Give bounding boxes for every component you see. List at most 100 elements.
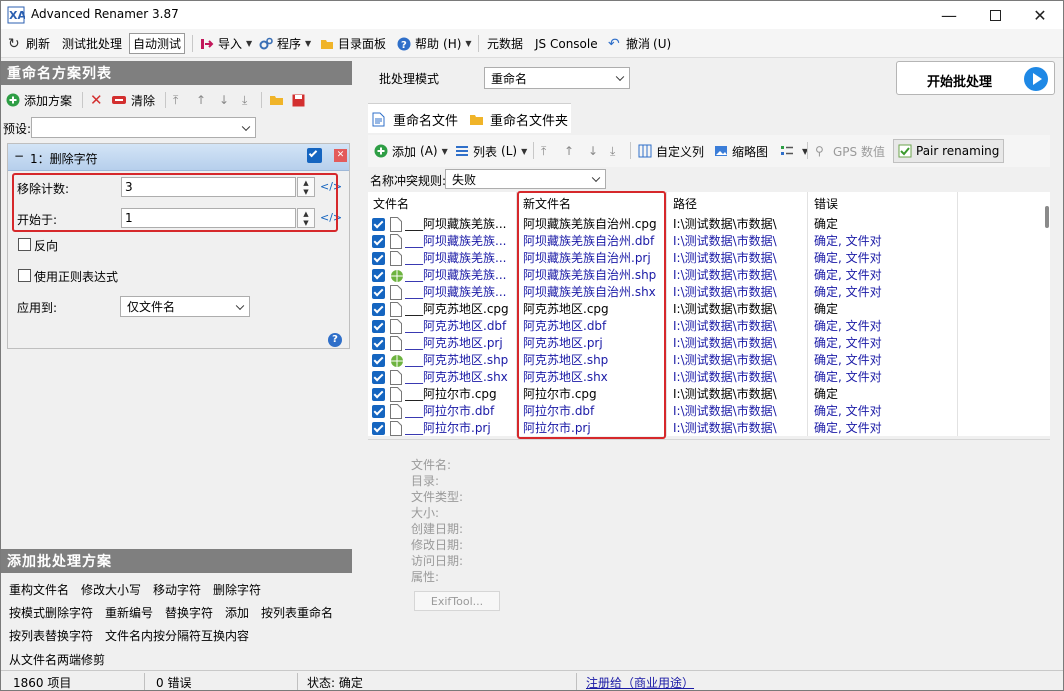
row-checkbox[interactable] (372, 286, 385, 299)
table-row[interactable]: ___阿克苏地区.prj 阿克苏地区.prj I:\测试数据\市数据\ 确定, 文件对 (368, 335, 1050, 352)
row-checkbox[interactable] (372, 218, 385, 231)
method-link[interactable]: 重构文件名 (9, 581, 69, 598)
batch-mode-select[interactable]: 重命名 (484, 67, 630, 89)
test-batch-button[interactable]: 测试批处理 (59, 33, 125, 54)
table-row[interactable]: ___阿拉尔市.prj 阿拉尔市.prj I:\测试数据\市数据\ 确定, 文件对 (368, 420, 1050, 436)
maximize-button[interactable] (972, 1, 1018, 29)
method-link[interactable]: 从文件名两端修剪 (9, 651, 105, 668)
column-header-path[interactable]: 路径 (668, 192, 697, 214)
minimize-button[interactable]: — (926, 1, 972, 29)
move-top-button[interactable]: ⤒ (541, 141, 546, 161)
add-method-button[interactable]: 添加方案 (6, 90, 72, 110)
column-header-error[interactable]: 错误 (809, 192, 838, 214)
row-checkbox[interactable] (372, 405, 385, 418)
method-link[interactable]: 文件名内按分隔符互换内容 (105, 627, 249, 644)
thumbnail-button[interactable]: 缩略图 (714, 141, 768, 161)
regex-checkbox[interactable] (18, 269, 31, 282)
plus-circle-icon (6, 93, 20, 107)
move-down-button[interactable]: ↓ (588, 141, 598, 161)
start-batch-button[interactable]: 开始批处理 (896, 61, 1055, 95)
pair-renaming-toggle[interactable]: Pair renaming (893, 139, 1005, 163)
program-menu[interactable]: 程序 ▼ (256, 33, 314, 54)
row-checkbox[interactable] (372, 388, 385, 401)
directory-panel-button[interactable]: 目录面板 (317, 33, 389, 54)
move-top-button[interactable]: ⤒ (173, 90, 178, 110)
method-link[interactable]: 替换字符 (165, 604, 213, 621)
row-checkbox[interactable] (372, 235, 385, 248)
move-bottom-button[interactable]: ⤓ (610, 141, 615, 161)
table-row[interactable]: ___阿拉尔市.dbf 阿拉尔市.dbf I:\测试数据\市数据\ 确定, 文件对 (368, 403, 1050, 420)
status-text: 状态: 确定 (307, 676, 363, 690)
row-checkbox[interactable] (372, 354, 385, 367)
table-row[interactable]: ___阿坝藏族羌族... 阿坝藏族羌族自治州.prj I:\测试数据\市数据\ 确定,… (368, 250, 1050, 267)
list-menu[interactable]: 列表 (L) ▼ (455, 141, 527, 161)
tab-rename-folders[interactable]: 重命名文件夹 (469, 105, 568, 133)
view-options-menu[interactable]: ▼ (780, 141, 808, 161)
move-up-button[interactable]: ↑ (564, 141, 574, 161)
delete-method-button[interactable]: ✕ (90, 90, 103, 110)
preset-select[interactable] (31, 117, 256, 138)
help-menu[interactable]: ? 帮助 (H) ▼ (394, 33, 475, 54)
undo-button[interactable]: ↶ 撤消 (U) (605, 33, 674, 54)
collapse-icon[interactable]: − (14, 149, 24, 163)
row-checkbox[interactable] (372, 320, 385, 333)
gps-values-button[interactable]: ⚲ GPS 数值 (815, 141, 885, 161)
tab-rename-files[interactable]: 重命名文件 (372, 105, 459, 133)
close-button[interactable]: ✕ (1017, 1, 1063, 29)
auto-test-toggle[interactable]: 自动测试 (129, 33, 186, 54)
row-checkbox[interactable] (372, 422, 385, 435)
add-files-menu[interactable]: 添加 (A) ▼ (374, 141, 448, 161)
row-checkbox[interactable] (372, 269, 385, 282)
help-icon: ? (397, 37, 411, 51)
table-row[interactable]: ___阿克苏地区.cpg 阿克苏地区.cpg I:\测试数据\市数据\ 确定 (368, 301, 1050, 318)
help-icon[interactable]: ? (328, 333, 342, 347)
info-label: 创建日期: (411, 522, 464, 536)
table-row[interactable]: ___阿克苏地区.shp 阿克苏地区.shp I:\测试数据\市数据\ 确定, 文件对 (368, 352, 1050, 369)
open-preset-button[interactable] (269, 90, 284, 110)
row-checkbox[interactable] (372, 303, 385, 316)
table-row[interactable]: ___阿坝藏族羌族... 阿坝藏族羌族自治州.cpg I:\测试数据\市数据\ 确定 (368, 216, 1050, 233)
refresh-button[interactable]: ↻ 刷新 (5, 33, 53, 54)
move-down-button[interactable]: ↓ (219, 90, 229, 110)
table-row[interactable]: ___阿坝藏族羌族... 阿坝藏族羌族自治州.shp I:\测试数据\市数据\ 确定,… (368, 267, 1050, 284)
row-checkbox[interactable] (372, 371, 385, 384)
method-header[interactable]: − 1：删除字符 ✕ (8, 144, 349, 171)
file-icon (390, 251, 402, 266)
custom-columns-button[interactable]: 自定义列 (638, 141, 704, 161)
apply-to-select[interactable]: 仅文件名 (120, 296, 250, 317)
table-row[interactable]: ___阿克苏地区.shx 阿克苏地区.shx I:\测试数据\市数据\ 确定, 文件对 (368, 369, 1050, 386)
row-checkbox[interactable] (372, 252, 385, 265)
row-checkbox[interactable] (372, 337, 385, 350)
table-row[interactable]: ___阿坝藏族羌族... 阿坝藏族羌族自治州.dbf I:\测试数据\市数据\ 确定,… (368, 233, 1050, 250)
move-up-button[interactable]: ↑ (196, 90, 206, 110)
move-bottom-button[interactable]: ⤓ (242, 90, 247, 110)
table-row[interactable]: ___阿克苏地区.dbf 阿克苏地区.dbf I:\测试数据\市数据\ 确定, 文件对 (368, 318, 1050, 335)
remove-method-icon[interactable]: ✕ (334, 149, 347, 162)
method-link[interactable]: 重新编号 (105, 604, 153, 621)
method-link[interactable]: 修改大小写 (81, 581, 141, 598)
method-enabled-checkbox[interactable] (307, 148, 322, 163)
method-link[interactable]: 按列表替换字符 (9, 627, 93, 644)
method-link[interactable]: 添加 (225, 604, 249, 621)
metadata-button[interactable]: 元数据 (484, 33, 526, 54)
exiftool-button[interactable]: ExifTool... (414, 591, 500, 611)
method-link[interactable]: 移动字符 (153, 581, 201, 598)
red-x-icon: ✕ (90, 91, 103, 109)
method-link[interactable]: 按模式删除字符 (9, 604, 93, 621)
conflict-rule-label: 名称冲突规则: (370, 174, 447, 188)
clear-button[interactable]: 清除 (111, 90, 155, 110)
method-link[interactable]: 删除字符 (213, 581, 261, 598)
import-icon (200, 37, 214, 51)
reverse-checkbox[interactable] (18, 238, 31, 251)
conflict-rule-select[interactable]: 失败 (445, 169, 606, 189)
register-link[interactable]: 注册给（商业用途） (586, 674, 694, 690)
column-header-filename[interactable]: 文件名 (368, 192, 409, 214)
table-row[interactable]: ___阿拉尔市.cpg 阿拉尔市.cpg I:\测试数据\市数据\ 确定 (368, 386, 1050, 403)
import-menu[interactable]: 导入 ▼ (197, 33, 255, 54)
file-icon (390, 285, 402, 300)
scrollbar-thumb[interactable] (1045, 206, 1049, 228)
table-row[interactable]: ___阿坝藏族羌族... 阿坝藏族羌族自治州.shx I:\测试数据\市数据\ 确定,… (368, 284, 1050, 301)
save-preset-button[interactable] (292, 90, 305, 110)
method-link[interactable]: 按列表重命名 (261, 604, 333, 621)
js-console-button[interactable]: JS Console (532, 33, 601, 54)
